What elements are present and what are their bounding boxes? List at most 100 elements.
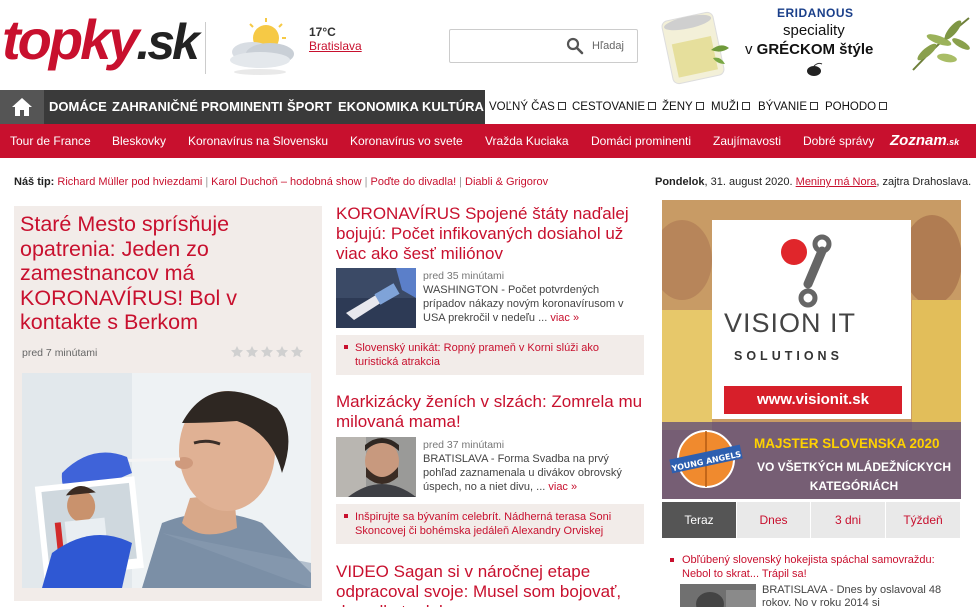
read-more-link[interactable]: viac » (550, 312, 579, 324)
topic-bleskovky[interactable]: Bleskovky (112, 124, 166, 158)
site-header: topky.sk 17°C Bratislava Hľadaj ERIDANOU… (0, 0, 976, 92)
trending-thumbnail[interactable] (680, 584, 756, 607)
vision-it-logo-icon (781, 234, 832, 308)
topic-domaci-prominenti[interactable]: Domáci prominenti (591, 124, 691, 158)
nav-muzi[interactable]: MUŽI (711, 90, 751, 124)
olive-icon (807, 62, 823, 76)
tab-tyzden[interactable]: Týždeň (886, 502, 961, 538)
star-icon[interactable] (290, 345, 304, 359)
nav-sport[interactable]: ŠPORT (287, 90, 332, 124)
external-link-icon (695, 102, 704, 110)
nav-pohodo[interactable]: POHODO (825, 90, 888, 124)
tab-dnes[interactable]: Dnes (737, 502, 811, 538)
article-place: BRATISLAVA (423, 453, 488, 465)
nav-prominenti[interactable]: PROMINENTI (201, 90, 283, 124)
trending-tabs: Teraz Dnes 3 dni Týždeň (662, 502, 961, 538)
search-input[interactable] (456, 36, 556, 56)
rating-stars[interactable] (230, 345, 305, 362)
article-1[interactable]: KORONAVÍRUS Spojené štáty naďalej bojujú… (336, 204, 644, 264)
related-link[interactable]: Inšpirujte sa bývaním celebrít. Nádherná… (336, 504, 644, 544)
nav-cestovanie[interactable]: CESTOVANIE (572, 90, 657, 124)
topic-tour-de-france[interactable]: Tour de France (10, 124, 91, 158)
lead-headline[interactable]: Staré Mesto sprísňuje opatrenia: Jeden z… (20, 212, 310, 335)
article-3[interactable]: VIDEO Sagan si v náročnej etape odpracov… (336, 562, 644, 607)
nav-byvanie[interactable]: BÝVANIE (758, 90, 818, 124)
site-logo[interactable]: topky.sk (2, 8, 200, 74)
olive-oil-jar-image (661, 11, 729, 85)
article-2-teaser: pred 37 minútami BRATISLAVA - Forma Svad… (336, 437, 644, 499)
search-box: Hľadaj (449, 29, 638, 63)
lead-article[interactable]: Staré Mesto sprísňuje opatrenia: Jeden z… (14, 206, 322, 601)
star-icon[interactable] (245, 345, 259, 359)
star-icon[interactable] (275, 345, 289, 359)
ad-url[interactable]: www.visionit.sk (724, 386, 902, 414)
top-banner-ad[interactable]: ERIDANOUS speciality v GRÉCKOM štýle (645, 0, 976, 92)
trending-meta: BRATISLAVA - Dnes by oslavoval 48 rokov.… (762, 584, 958, 607)
nav-zahranicne[interactable]: ZAHRANIČNÉ (112, 90, 198, 124)
topic-dobre-spravy[interactable]: Dobré správy (803, 124, 874, 158)
ad-claim-subtitle: VO VŠETKÝCH MLÁDEŽNÍCKYCH KATEGÓRIÁCH (756, 460, 951, 493)
nav-domace[interactable]: DOMÁCE (49, 90, 107, 124)
home-icon (12, 98, 32, 116)
article-headline[interactable]: Markizácky ženích v slzách: Zomrela mu m… (336, 392, 644, 432)
article-headline[interactable]: VIDEO Sagan si v náročnej etape odpracov… (336, 562, 644, 607)
nav-kultura[interactable]: KULTÚRA (422, 90, 484, 124)
tip-link[interactable]: Richard Müller pod hviezdami (57, 176, 202, 188)
topic-zaujimavosti[interactable]: Zaujímavosti (713, 124, 781, 158)
star-icon[interactable] (230, 345, 244, 359)
ad-brand: ERIDANOUS (777, 6, 854, 20)
topic-vrazda-kuciaka[interactable]: Vražda Kuciaka (485, 124, 569, 158)
lead-time: pred 7 minútami (22, 347, 98, 359)
read-more-link[interactable]: viac » (548, 481, 577, 493)
ad-line-2: v GRÉCKOM štýle (745, 41, 874, 58)
tip-label: Náš tip: (14, 176, 55, 188)
external-link-icon (557, 102, 566, 110)
zoznam-partner-logo[interactable]: Zoznam.sk (890, 132, 959, 149)
article-thumbnail[interactable] (336, 268, 416, 328)
article-headline[interactable]: KORONAVÍRUS Spojené štáty naďalej bojujú… (336, 204, 644, 264)
article-time: pred 37 minútami (423, 439, 505, 451)
date-text: , 31. august 2020. (704, 176, 793, 188)
topic-koronavirus-svet[interactable]: Koronavírus vo svete (350, 124, 463, 158)
nav-ekonomika[interactable]: EKONOMIKA (338, 90, 419, 124)
external-link-icon (742, 102, 751, 110)
weather-city-link[interactable]: Bratislava (309, 39, 362, 53)
topic-koronavirus-sk[interactable]: Koronavírus na Slovensku (188, 124, 328, 158)
sidebar-ad[interactable]: VISION IT SOLUTIONS www.visionit.sk YOUN… (662, 200, 961, 499)
article-meta: pred 37 minútami BRATISLAVA - Forma Svad… (423, 438, 643, 494)
trending-place: BRATISLAVA (762, 584, 827, 596)
external-link-icon (879, 102, 888, 110)
tab-teraz[interactable]: Teraz (662, 502, 737, 538)
ad-company-name: VISION IT (724, 308, 857, 338)
tip-link[interactable]: Poďte do divadla! (370, 176, 456, 188)
ad-claim-title: MAJSTER SLOVENSKA 2020 (754, 436, 940, 451)
main-navigation: DOMÁCE ZAHRANIČNÉ PROMINENTI ŠPORT EKONO… (0, 90, 976, 124)
external-link-icon (810, 102, 818, 110)
article-thumbnail[interactable] (336, 437, 416, 497)
young-angels-badge-icon: YOUNG ANGELS (669, 430, 743, 488)
ad-company-subtitle: SOLUTIONS (734, 349, 843, 363)
related-link[interactable]: Slovenský unikát: Ropný prameň v Korni s… (336, 335, 644, 375)
article-meta: pred 35 minútami WASHINGTON - Počet potv… (423, 269, 643, 325)
tip-link[interactable]: Karol Duchoň – hodobná show (211, 176, 361, 188)
tip-link[interactable]: Diabli & Grigorov (465, 176, 548, 188)
ad-logo-card: VISION IT SOLUTIONS www.visionit.sk (712, 220, 911, 419)
olive-branch-image (912, 17, 970, 71)
nav-volny-cas[interactable]: VOĽNÝ ČAS (489, 90, 566, 124)
search-button[interactable]: Hľadaj (592, 40, 624, 52)
article-2[interactable]: Markizácky ženích v slzách: Zomrela mu m… (336, 392, 644, 432)
external-link-icon (648, 102, 657, 110)
tab-3-dni[interactable]: 3 dni (811, 502, 886, 538)
article-place: WASHINGTON (423, 284, 499, 296)
star-icon[interactable] (260, 345, 274, 359)
search-icon[interactable] (566, 37, 584, 55)
nameday-link[interactable]: Meniny má Nora (796, 176, 877, 188)
tip-bar: Náš tip: Richard Müller pod hviezdami | Ka… (14, 176, 549, 188)
home-button[interactable] (0, 90, 44, 124)
lead-image[interactable] (22, 373, 311, 588)
trending-headline[interactable]: Obľúbený slovenský hokejista spáchal sam… (668, 553, 958, 581)
article-1-teaser: pred 35 minútami WASHINGTON - Počet potv… (336, 268, 644, 330)
nav-zeny[interactable]: ŽENY (662, 90, 704, 124)
ad-line-1: speciality (783, 22, 845, 39)
nameday-tomorrow: , zajtra Drahoslava. (876, 176, 972, 188)
